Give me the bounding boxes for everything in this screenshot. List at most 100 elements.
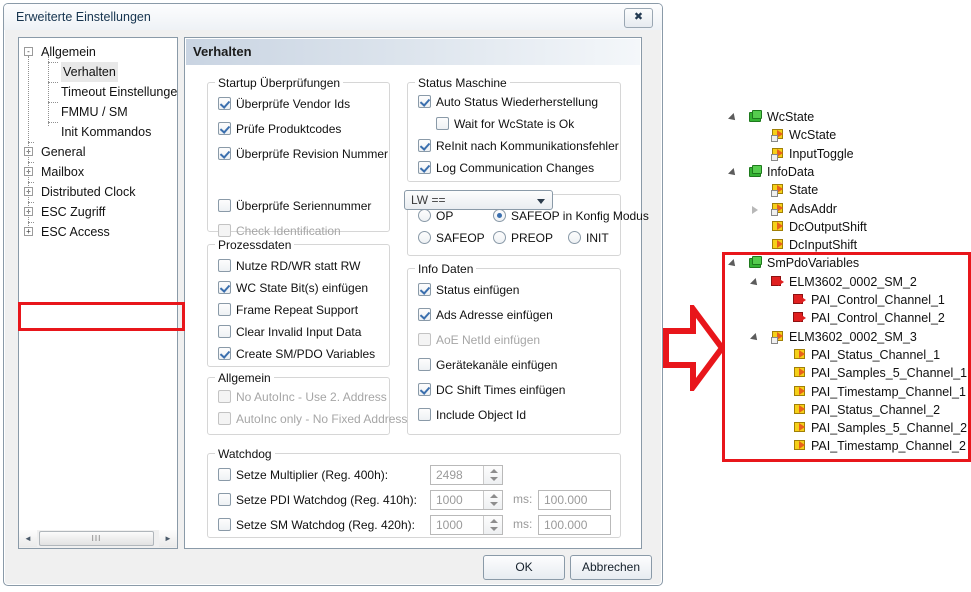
tree-item-state[interactable]: State bbox=[722, 181, 971, 199]
ok-button[interactable]: OK bbox=[483, 555, 565, 580]
checkbox-setze-pdi-watchdog-reg-410h[interactable] bbox=[218, 493, 231, 506]
radio-preop[interactable] bbox=[493, 231, 506, 244]
content-header: Verhalten bbox=[186, 39, 640, 65]
checkbox-check-identification[interactable] bbox=[218, 224, 231, 237]
yellow-variable-icon bbox=[770, 220, 785, 234]
checkbox-label: Log Communication Changes bbox=[436, 161, 595, 175]
sidebar-item-verhalten[interactable]: Verhalten bbox=[19, 62, 177, 82]
checkbox-label: Überprüfe Revision Nummer bbox=[236, 147, 389, 161]
radio-op[interactable] bbox=[418, 209, 431, 222]
watchdog-ms-field-1[interactable]: 100.000 bbox=[538, 490, 611, 510]
radio-safeop-in-konfig-modus[interactable] bbox=[493, 209, 506, 222]
watchdog-value-field-2[interactable]: 1000 bbox=[430, 515, 503, 535]
checkbox-log-communication-changes[interactable] bbox=[418, 161, 431, 174]
watchdog-value-field-1[interactable]: 1000 bbox=[430, 490, 503, 510]
spinner-up-icon[interactable] bbox=[490, 469, 498, 473]
expand-triangle-icon[interactable] bbox=[752, 206, 758, 214]
tree-item-wcstate[interactable]: WcState bbox=[722, 126, 971, 144]
sidebar-item-mailbox[interactable]: + Mailbox bbox=[19, 162, 177, 182]
spinner-0[interactable] bbox=[483, 466, 502, 484]
checkbox-clear-invalid-input-data[interactable] bbox=[218, 325, 231, 338]
close-icon[interactable]: ✖ bbox=[624, 8, 653, 28]
checkbox-nutze-rd-wr-statt-rw[interactable] bbox=[218, 259, 231, 272]
green-folder-icon bbox=[748, 110, 763, 124]
scroll-right-arrow[interactable]: ► bbox=[159, 530, 177, 547]
ms-unit-label: ms: bbox=[513, 517, 533, 531]
checkbox-ads-adresse-einf-gen[interactable] bbox=[418, 308, 431, 321]
checkbox-label: Ads Adresse einfügen bbox=[436, 308, 553, 322]
watchdog-value-field-0[interactable]: 2498 bbox=[430, 465, 503, 485]
scroll-left-arrow[interactable]: ◄ bbox=[19, 530, 37, 547]
checkbox-berpr-fe-vendor-ids[interactable] bbox=[218, 97, 231, 110]
checkbox-berpr-fe-seriennummer[interactable] bbox=[218, 199, 231, 212]
checkbox-setze-multiplier-reg-400h[interactable] bbox=[218, 468, 231, 481]
group-caption-allgemein: Allgemein bbox=[215, 371, 274, 385]
radio-init[interactable] bbox=[568, 231, 581, 244]
checkbox-ger-tekan-le-einf-gen[interactable] bbox=[418, 358, 431, 371]
sidebar-item-allgemein[interactable]: - Allgemein bbox=[19, 42, 177, 62]
sidebar-item-label: ESC Zugriff bbox=[41, 205, 106, 219]
checkbox-label: Auto Status Wiederherstellung bbox=[436, 95, 599, 109]
settings-tree[interactable]: - Allgemein Verhalten Timeout Einstellunge F… bbox=[18, 37, 178, 549]
checkbox-reinit-nach-kommunikationsfehler[interactable] bbox=[418, 139, 431, 152]
spinner-up-icon[interactable] bbox=[490, 494, 498, 498]
sidebar-item-init-kommandos[interactable]: Init Kommandos bbox=[19, 122, 177, 142]
tree-item-inputtoggle[interactable]: InputToggle bbox=[722, 145, 971, 163]
sidebar-item-fmmu-sm[interactable]: FMMU / SM bbox=[19, 102, 177, 122]
checkbox-auto-status-wiederherstellung[interactable] bbox=[418, 95, 431, 108]
checkbox-autoinc-only-no-fixed-address[interactable] bbox=[218, 412, 231, 425]
tree-item-infodata[interactable]: InfoData bbox=[722, 163, 971, 181]
checkbox-create-sm-pdo-variables[interactable] bbox=[218, 347, 231, 360]
radio-safeop[interactable] bbox=[418, 231, 431, 244]
checkbox-dc-shift-times-einf-gen[interactable] bbox=[418, 383, 431, 396]
chevron-down-icon bbox=[537, 199, 545, 204]
tree-item-label: AdsAddr bbox=[789, 202, 837, 216]
tree-connector bbox=[48, 82, 58, 84]
spinner-down-icon[interactable] bbox=[490, 502, 498, 506]
cancel-button[interactable]: Abbrechen bbox=[570, 555, 652, 580]
checkbox-berpr-fe-revision-nummer[interactable] bbox=[218, 147, 231, 160]
checkbox-pr-fe-produktcodes[interactable] bbox=[218, 122, 231, 135]
checkbox-wc-state-bit-s-einf-gen[interactable] bbox=[218, 281, 231, 294]
checkbox-label: Setze Multiplier (Reg. 400h): bbox=[236, 468, 389, 482]
checkbox-frame-repeat-support[interactable] bbox=[218, 303, 231, 316]
checkbox-wait-for-wcstate-is-ok[interactable] bbox=[436, 117, 449, 130]
tree-item-adsaddr[interactable]: AdsAddr bbox=[722, 200, 971, 218]
tree-connector bbox=[28, 222, 34, 224]
checkbox-label: No AutoInc - Use 2. Address bbox=[236, 390, 387, 404]
sidebar-item-esc-zugriff[interactable]: + ESC Zugriff bbox=[19, 202, 177, 222]
collapse-triangle-icon[interactable] bbox=[728, 168, 738, 178]
checkbox-status-einf-gen[interactable] bbox=[418, 283, 431, 296]
watchdog-value: 1000 bbox=[436, 493, 463, 507]
settings-tree-hscrollbar[interactable]: ◄ ► III bbox=[18, 530, 178, 549]
tree-connector bbox=[28, 162, 34, 164]
sidebar-item-label: FMMU / SM bbox=[61, 105, 128, 119]
sidebar-item-general[interactable]: + General bbox=[19, 142, 177, 162]
checkbox-aoe-netid-einf-gen[interactable] bbox=[418, 333, 431, 346]
sidebar-item-label: General bbox=[41, 145, 86, 159]
collapse-icon[interactable]: - bbox=[24, 47, 33, 56]
checkbox-label: Status einfügen bbox=[436, 283, 520, 297]
collapse-triangle-icon[interactable] bbox=[728, 113, 738, 123]
tree-item-wcstate[interactable]: WcState bbox=[722, 108, 971, 126]
checkbox-no-autoinc-use-2-address[interactable] bbox=[218, 390, 231, 403]
tree-connector bbox=[28, 142, 34, 144]
spinner-2[interactable] bbox=[483, 516, 502, 534]
spinner-1[interactable] bbox=[483, 491, 502, 509]
sidebar-item-timeout-einstellunge[interactable]: Timeout Einstellunge bbox=[19, 82, 177, 102]
checkbox-setze-sm-watchdog-reg-420h[interactable] bbox=[218, 518, 231, 531]
yellow-variable-icon bbox=[770, 238, 785, 252]
sidebar-item-distributed-clock[interactable]: + Distributed Clock bbox=[19, 182, 177, 202]
watchdog-value: 2498 bbox=[436, 468, 463, 482]
spinner-down-icon[interactable] bbox=[490, 477, 498, 481]
spinner-up-icon[interactable] bbox=[490, 519, 498, 523]
tree-item-dcoutputshift[interactable]: DcOutputShift bbox=[722, 218, 971, 236]
scroll-thumb[interactable]: III bbox=[39, 531, 154, 546]
watchdog-ms-field-2[interactable]: 100.000 bbox=[538, 515, 611, 535]
checkbox-include-object-id[interactable] bbox=[418, 408, 431, 421]
sidebar-item-esc-access[interactable]: + ESC Access bbox=[19, 222, 177, 242]
spinner-down-icon[interactable] bbox=[490, 527, 498, 531]
revision-compare-combobox[interactable]: LW == bbox=[404, 190, 553, 210]
tree-item-label: InfoData bbox=[767, 165, 815, 179]
tree-connector bbox=[48, 122, 58, 124]
